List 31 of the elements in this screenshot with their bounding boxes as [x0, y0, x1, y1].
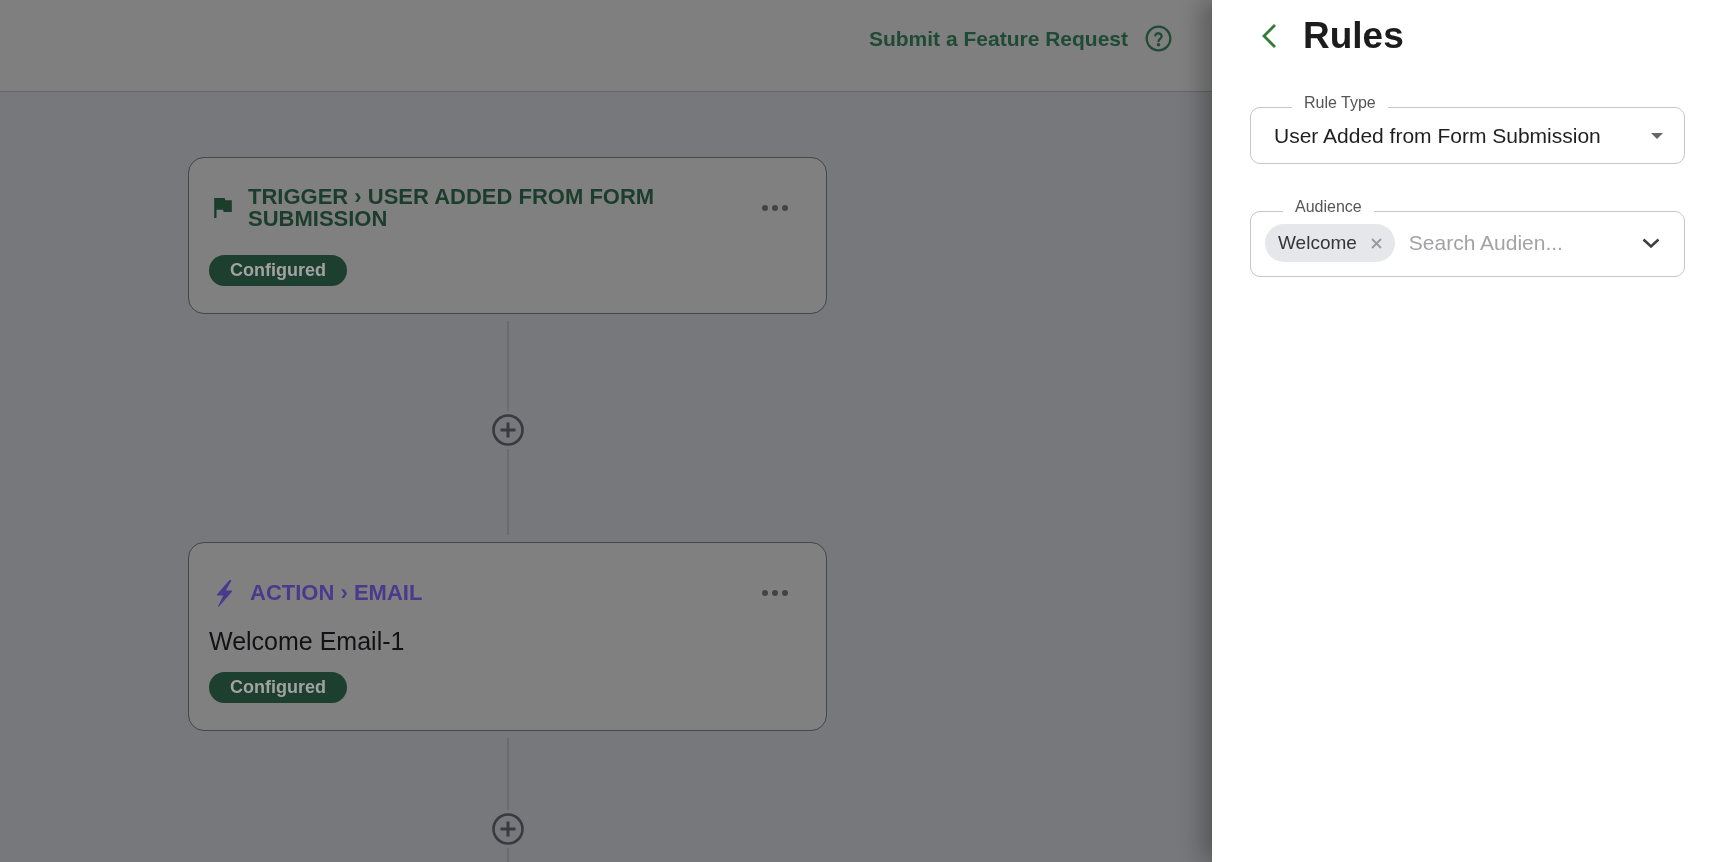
- ellipsis-icon: [762, 205, 788, 211]
- chevron-down-icon: [1642, 238, 1660, 248]
- step-card[interactable]: TRIGGER › USER ADDED FROM FORM SUBMISSION Configured: [188, 157, 827, 314]
- back-button[interactable]: [1261, 23, 1277, 49]
- chip-label: Welcome: [1278, 230, 1357, 255]
- add-step-button[interactable]: [491, 813, 524, 845]
- status-badge: Configured: [209, 672, 347, 703]
- select-value: User Added from Form Submission: [1274, 123, 1602, 150]
- flag-icon: [214, 198, 232, 218]
- help-icon[interactable]: [1145, 25, 1172, 52]
- rule-type-select[interactable]: Rule Type User Added from Form Submission: [1250, 95, 1685, 164]
- step-name: Welcome Email-1: [209, 626, 405, 656]
- caret-down-icon: [1651, 133, 1663, 139]
- add-step-button[interactable]: [491, 414, 524, 446]
- step-heading: ACTION › EMAIL: [250, 582, 423, 604]
- plus-circle-icon: [491, 813, 524, 845]
- remove-chip-button[interactable]: [1370, 237, 1382, 249]
- plus-circle-icon: [491, 414, 524, 446]
- audience-field[interactable]: Audience Welcome Search Audien...: [1250, 199, 1685, 277]
- status-badge: Configured: [209, 255, 347, 286]
- chevron-left-icon: [1261, 23, 1277, 49]
- step-card[interactable]: ACTION › EMAIL Welcome Email-1 Configured: [188, 542, 827, 731]
- close-icon: [1370, 237, 1382, 249]
- feature-request-link[interactable]: Submit a Feature Request: [868, 22, 1128, 55]
- panel-title: Rules: [1303, 14, 1404, 58]
- field-label: Rule Type: [1303, 95, 1377, 113]
- search-input[interactable]: Search Audien...: [1408, 227, 1628, 259]
- lightning-bolt-icon: [214, 579, 234, 607]
- field-label: Audience: [1294, 199, 1363, 217]
- ellipsis-icon: [762, 590, 788, 596]
- step-heading: TRIGGER › USER ADDED FROM FORM SUBMISSION: [248, 186, 656, 230]
